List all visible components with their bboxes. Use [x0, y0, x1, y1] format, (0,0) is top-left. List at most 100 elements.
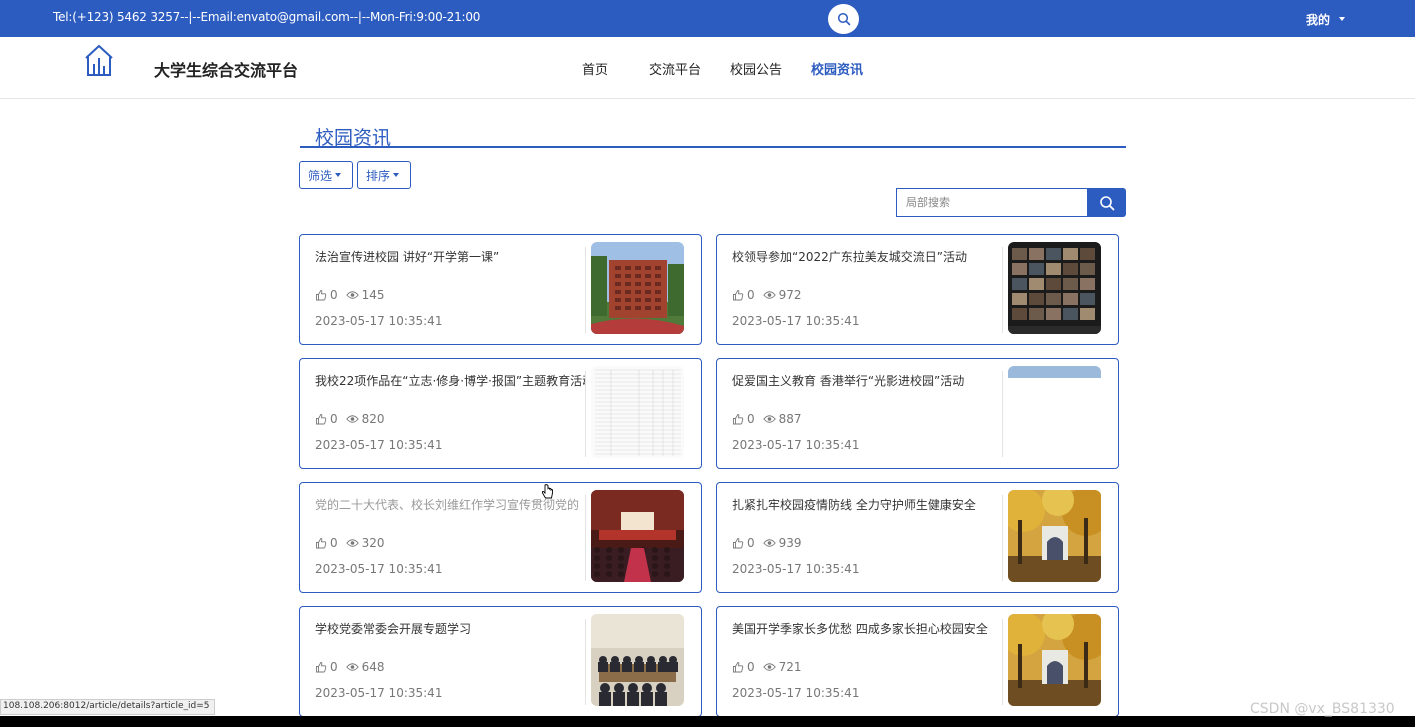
card-divider [585, 247, 586, 333]
like-count: 0 [747, 536, 755, 550]
nav-campus-news[interactable]: 校园资讯 [811, 59, 863, 78]
thumbs-up-icon [316, 662, 327, 673]
thumbs-up-icon [733, 290, 744, 301]
article-date: 2023-05-17 10:35:41 [732, 314, 860, 328]
card-divider [1002, 495, 1003, 581]
like-count: 0 [330, 660, 338, 674]
card-divider [1002, 247, 1003, 333]
eye-icon [762, 291, 776, 299]
like-count: 0 [330, 288, 338, 302]
article-title[interactable]: 促爱国主义教育 香港举行“光影进校园”活动 [732, 372, 1002, 389]
article-title[interactable]: 美国开学季家长多优愁 四成多家长担心校园安全 [732, 620, 1002, 637]
top-contact-bar: Tel:(+123) 5462 3257--|--Email:envato@gm… [0, 0, 1415, 37]
article-stats: 0 648 [315, 660, 393, 674]
article-stats: 0 721 [732, 660, 810, 674]
thumbs-up-icon [733, 414, 744, 425]
main-navbar: 大学生综合交流平台 首页 交流平台 校园公告 校园资讯 [0, 37, 1415, 99]
card-divider [1002, 371, 1003, 457]
article-stats: 0 972 [732, 288, 810, 302]
like-count: 0 [747, 412, 755, 426]
view-count: 972 [778, 288, 802, 302]
building-photo[interactable] [591, 242, 684, 334]
article-card[interactable]: 学校党委常委会开展专题学习 0 648 2023-05-17 10:35:41 [299, 606, 702, 717]
sort-dropdown[interactable]: 排序 [357, 161, 411, 189]
local-search-input[interactable]: 局部搜索 [896, 188, 1087, 217]
local-search-button[interactable] [1087, 188, 1126, 217]
article-card[interactable]: 促爱国主义教育 香港举行“光影进校园”活动 0 887 2023-05-17 10:3… [716, 358, 1119, 469]
hand-cursor-icon [541, 484, 553, 499]
article-title[interactable]: 法治宣传进校园 讲好“开学第一课” [315, 248, 585, 265]
article-card[interactable]: 党的二十大代表、校长刘维红作学习宣传贯彻党的 0 320 2023-05-17 10:… [299, 482, 702, 593]
article-title[interactable]: 扎紧扎牢校园疫情防线 全力守护师生健康安全 [732, 496, 1002, 513]
chevron-down-icon [393, 173, 400, 177]
like-count: 0 [747, 288, 755, 302]
view-count: 320 [361, 536, 385, 550]
video-conference-photo[interactable] [1008, 242, 1101, 334]
eye-icon [345, 291, 359, 299]
article-stats: 0 820 [315, 412, 393, 426]
article-date: 2023-05-17 10:35:41 [732, 562, 860, 576]
eye-icon [762, 415, 776, 423]
like-count: 0 [330, 412, 338, 426]
article-title[interactable]: 学校党委常委会开展专题学习 [315, 620, 585, 637]
article-card[interactable]: 我校22项作品在“立志·修身·博学·报国”主题教育活动 0 820 2023-05-1… [299, 358, 702, 469]
eye-icon [762, 663, 776, 671]
article-date: 2023-05-17 10:35:41 [315, 314, 443, 328]
search-icon [1099, 195, 1114, 210]
article-card[interactable]: 法治宣传进校园 讲好“开学第一课” 0 145 2023-05-17 10:35:41 [299, 234, 702, 345]
nav-home[interactable]: 首页 [582, 59, 608, 78]
article-stats: 0 939 [732, 536, 810, 550]
thumbs-up-icon [316, 290, 327, 301]
filter-dropdown[interactable]: 筛选 [299, 161, 353, 189]
nav-forum[interactable]: 交流平台 [649, 59, 701, 78]
nav-notices[interactable]: 校园公告 [730, 59, 782, 78]
article-stats: 0 145 [315, 288, 393, 302]
site-brand[interactable]: 大学生综合交流平台 [154, 57, 298, 81]
article-card[interactable]: 校领导参加“2022广东拉美友城交流日”活动 0 972 2023-05-17 10:… [716, 234, 1119, 345]
like-count: 0 [747, 660, 755, 674]
article-stats: 0 887 [732, 412, 810, 426]
view-count: 721 [778, 660, 802, 674]
view-count: 648 [361, 660, 385, 674]
poster-image[interactable] [1008, 366, 1101, 458]
article-date: 2023-05-17 10:35:41 [315, 562, 443, 576]
article-title[interactable]: 我校22项作品在“立志·修身·博学·报国”主题教育活动 [315, 372, 585, 389]
campus-gate-photo[interactable] [1008, 614, 1101, 706]
article-title[interactable]: 校领导参加“2022广东拉美友城交流日”活动 [732, 248, 1002, 265]
user-menu[interactable]: 我的 [1306, 11, 1330, 28]
document-image[interactable] [591, 366, 684, 458]
thumbs-up-icon [316, 538, 327, 549]
auditorium-photo[interactable] [591, 490, 684, 582]
chevron-down-icon [335, 173, 342, 177]
top-search-button[interactable] [828, 4, 859, 34]
eye-icon [345, 663, 359, 671]
article-date: 2023-05-17 10:35:41 [732, 686, 860, 700]
filter-label: 筛选 [308, 168, 333, 183]
view-count: 887 [778, 412, 802, 426]
view-count: 145 [361, 288, 385, 302]
like-count: 0 [330, 536, 338, 550]
article-card[interactable]: 扎紧扎牢校园疫情防线 全力守护师生健康安全 0 939 2023-05-17 10:3… [716, 482, 1119, 593]
card-divider [585, 495, 586, 581]
taskbar-strip [0, 716, 1415, 727]
thumbs-up-icon [733, 538, 744, 549]
campus-gate-photo[interactable] [1008, 490, 1101, 582]
article-date: 2023-05-17 10:35:41 [732, 438, 860, 452]
sort-label: 排序 [366, 168, 391, 183]
meeting-photo[interactable] [591, 614, 684, 706]
article-card[interactable]: 美国开学季家长多优愁 四成多家长担心校园安全 0 721 2023-05-17 10:… [716, 606, 1119, 717]
eye-icon [762, 539, 776, 547]
eye-icon [345, 539, 359, 547]
logo-icon[interactable] [84, 44, 114, 78]
card-divider [1002, 619, 1003, 705]
chevron-down-icon[interactable] [1339, 17, 1345, 21]
browser-status-url: 108.108.206:8012/article/details?article… [0, 699, 216, 715]
thumbs-up-icon [316, 414, 327, 425]
contact-info: Tel:(+123) 5462 3257--|--Email:envato@gm… [53, 10, 481, 24]
article-stats: 0 320 [315, 536, 393, 550]
search-icon [837, 12, 850, 26]
card-divider [585, 371, 586, 457]
thumbs-up-icon [733, 662, 744, 673]
eye-icon [345, 415, 359, 423]
article-date: 2023-05-17 10:35:41 [315, 438, 443, 452]
